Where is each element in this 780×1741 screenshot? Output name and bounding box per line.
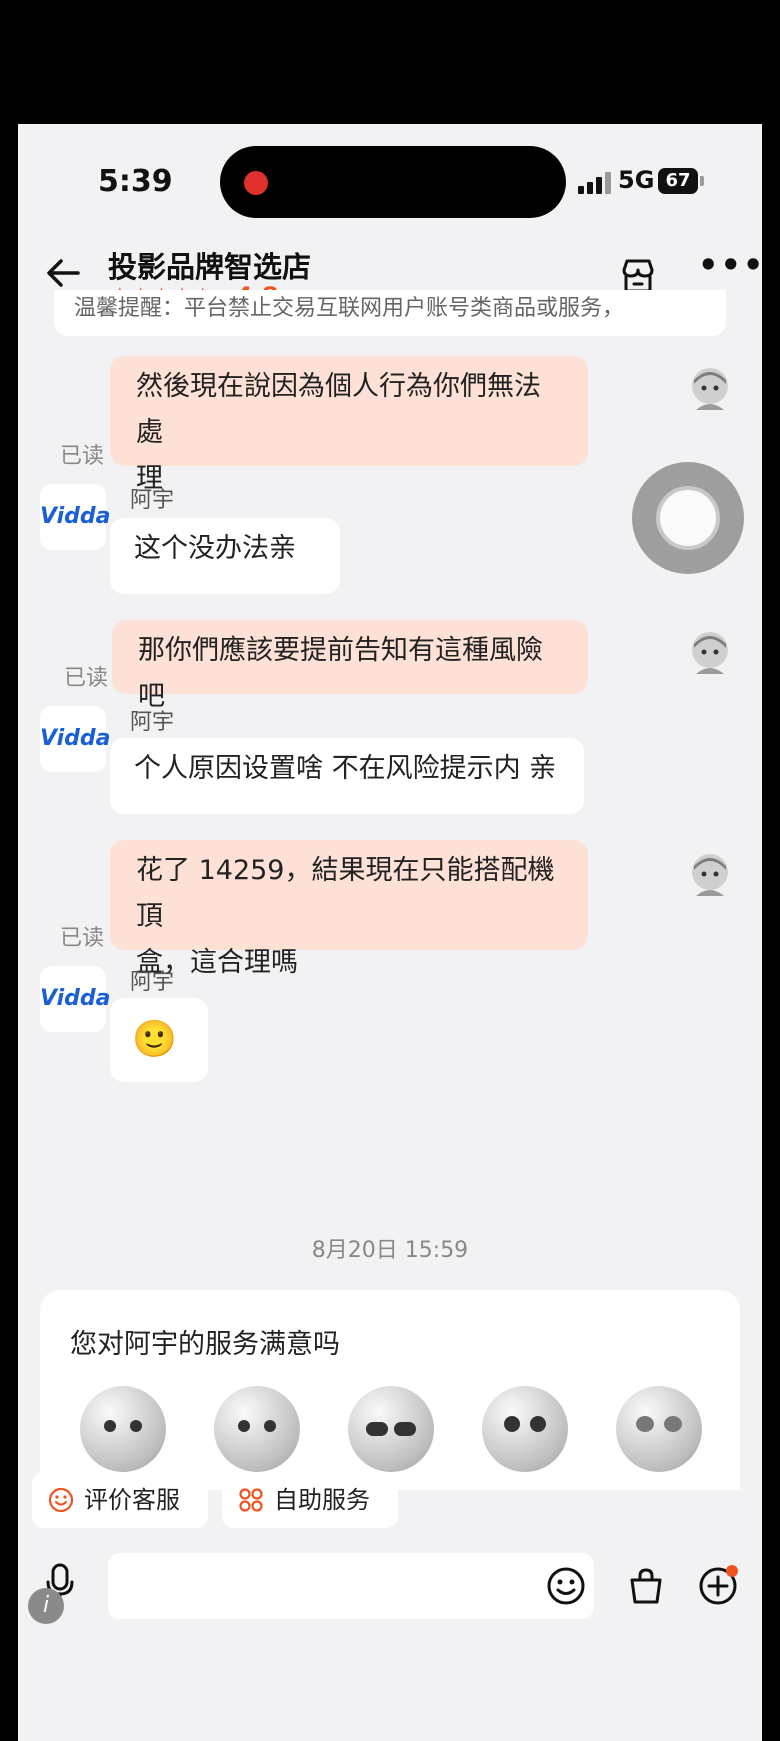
satisfaction-survey: 您对阿宇的服务满意吗 — [40, 1290, 740, 1490]
survey-question: 您对阿宇的服务满意吗 — [70, 1329, 340, 1360]
battery-tip — [700, 176, 704, 186]
agent-message-bubble[interactable]: 个人原因设置啥 不在风险提示内 亲 — [110, 738, 584, 814]
user-avatar-icon[interactable] — [686, 628, 734, 676]
read-receipt: 已读 — [64, 666, 109, 691]
my-message-bubble[interactable]: 那你們應該要提前告知有這種風險吧 — [112, 620, 588, 712]
notice-text: 温馨提醒：平台禁止交易互联网用户账号类商品或服务， — [74, 296, 625, 321]
cool-face-icon[interactable] — [348, 1386, 434, 1472]
battery-icon: 67 — [658, 168, 698, 194]
more-options-icon[interactable]: ••• — [698, 246, 762, 284]
surprised-face-icon[interactable] — [482, 1386, 568, 1472]
my-message-bubble[interactable]: 花了 14259，結果現在只能搭配機頂 盒，這合理嗎 — [110, 840, 588, 978]
agent-name: 阿宇 — [130, 710, 175, 735]
back-arrow-icon[interactable] — [42, 252, 84, 294]
rate-agent-button[interactable]: 评价客服 — [32, 1472, 208, 1528]
message-line: 理 — [136, 463, 163, 494]
message-line: 盒，這合理嗎 — [136, 947, 298, 978]
phone-screen: 5:39 5G 67 投影品牌智选店 ★★★★★ 4.8 ••• 温馨提醒：平台… — [18, 124, 762, 1741]
agent-message-bubble[interactable]: 🙂 — [110, 998, 208, 1082]
rate-agent-label: 评价客服 — [84, 1486, 180, 1514]
message-input[interactable] — [108, 1553, 594, 1619]
message-line: 花了 14259，結果現在只能搭配機頂 — [136, 855, 555, 932]
notice-banner: 温馨提醒：平台禁止交易互联网用户账号类商品或服务， — [54, 290, 726, 336]
angry-face-icon[interactable] — [80, 1386, 166, 1472]
emoji-icon[interactable] — [544, 1564, 588, 1608]
agent-name: 阿宇 — [130, 488, 175, 513]
agent-name: 阿宇 — [130, 970, 175, 995]
shop-title[interactable]: 投影品牌智选店 — [108, 244, 311, 286]
agent-logo: Vidda — [40, 966, 111, 1032]
self-service-button[interactable]: 自助服务 — [222, 1472, 398, 1528]
smile-icon — [48, 1487, 74, 1513]
read-receipt: 已读 — [60, 926, 105, 951]
heart-eyes-face-icon[interactable] — [616, 1386, 702, 1472]
signal-icon — [578, 172, 618, 194]
info-icon[interactable]: i — [28, 1588, 64, 1624]
user-avatar-icon[interactable] — [686, 850, 734, 898]
status-time: 5:39 — [98, 164, 173, 199]
crying-face-icon[interactable] — [214, 1386, 300, 1472]
my-message-bubble[interactable]: 然後現在說因為個人行為你們無法處 理 — [110, 356, 588, 494]
self-service-label: 自助服务 — [274, 1486, 370, 1514]
user-avatar-icon[interactable] — [686, 364, 734, 412]
grid-icon — [239, 1488, 263, 1512]
network-type: 5G — [618, 166, 655, 194]
dynamic-island — [220, 146, 566, 218]
agent-logo: Vidda — [40, 706, 111, 772]
recording-indicator — [244, 171, 268, 195]
read-receipt: 已读 — [60, 444, 105, 469]
agent-logo: Vidda — [40, 484, 111, 550]
message-line: 然後現在說因為個人行為你們無法處 — [136, 371, 541, 448]
agent-message-bubble[interactable]: 这个没办法亲 — [110, 518, 340, 594]
add-more-icon[interactable] — [696, 1564, 740, 1608]
chat-timestamp: 8月20日 15:59 — [311, 1238, 469, 1263]
floating-assistive-button[interactable] — [632, 462, 744, 574]
shopping-bag-icon[interactable] — [624, 1564, 668, 1608]
